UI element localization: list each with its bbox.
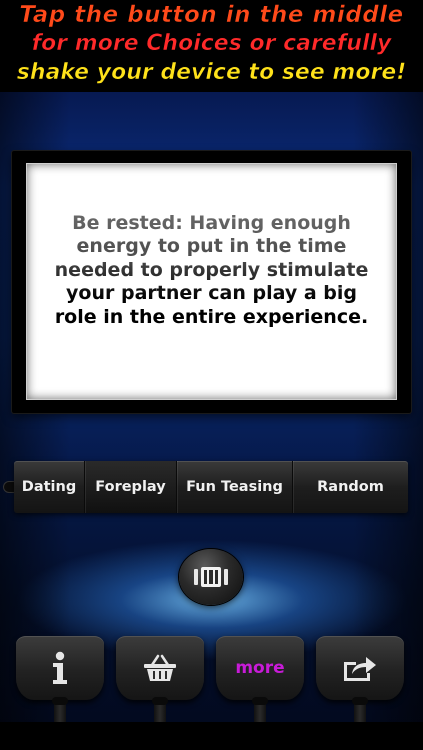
tab-foreplay[interactable]: Foreplay (84, 461, 176, 513)
more-label: more (235, 658, 285, 678)
tip-card-frame: Be rested: Having enough energy to put i… (12, 151, 411, 413)
share-arrow-icon (344, 657, 376, 681)
sign-post (252, 697, 268, 722)
next-tip-button[interactable] (179, 549, 243, 605)
banner-line-2: for more Choices or carefully (31, 31, 392, 57)
more-button[interactable]: more (216, 636, 304, 700)
info-button[interactable] (16, 636, 104, 700)
bottom-strip (0, 722, 423, 750)
tab-label: Dating (21, 479, 77, 495)
tab-dating[interactable]: Dating (14, 461, 84, 513)
basket-icon (144, 654, 176, 681)
tab-label: Fun Teasing (186, 479, 283, 495)
tab-random[interactable]: Random (292, 461, 408, 513)
sign-post (152, 697, 168, 722)
tip-card: Be rested: Having enough energy to put i… (26, 163, 397, 400)
sign-post (52, 697, 68, 722)
banner-line-1: Tap the button in the middle (19, 2, 404, 29)
shuffle-cards-icon (194, 567, 228, 587)
instruction-banner: Tap the button in the middle for more Ch… (0, 0, 423, 92)
share-button[interactable] (316, 636, 404, 700)
tab-fun-teasing[interactable]: Fun Teasing (176, 461, 292, 513)
info-icon (53, 651, 67, 684)
app-screen: Tap the button in the middle for more Ch… (0, 0, 423, 750)
sign-post (352, 697, 368, 722)
tab-label: Foreplay (95, 479, 166, 495)
store-button[interactable] (116, 636, 204, 700)
banner-line-3: shake your device to see more! (16, 60, 407, 86)
tip-text: Be rested: Having enough energy to put i… (47, 212, 377, 330)
tab-label: Random (317, 479, 384, 495)
category-tabs: Dating Foreplay Fun Teasing Random (14, 461, 408, 513)
